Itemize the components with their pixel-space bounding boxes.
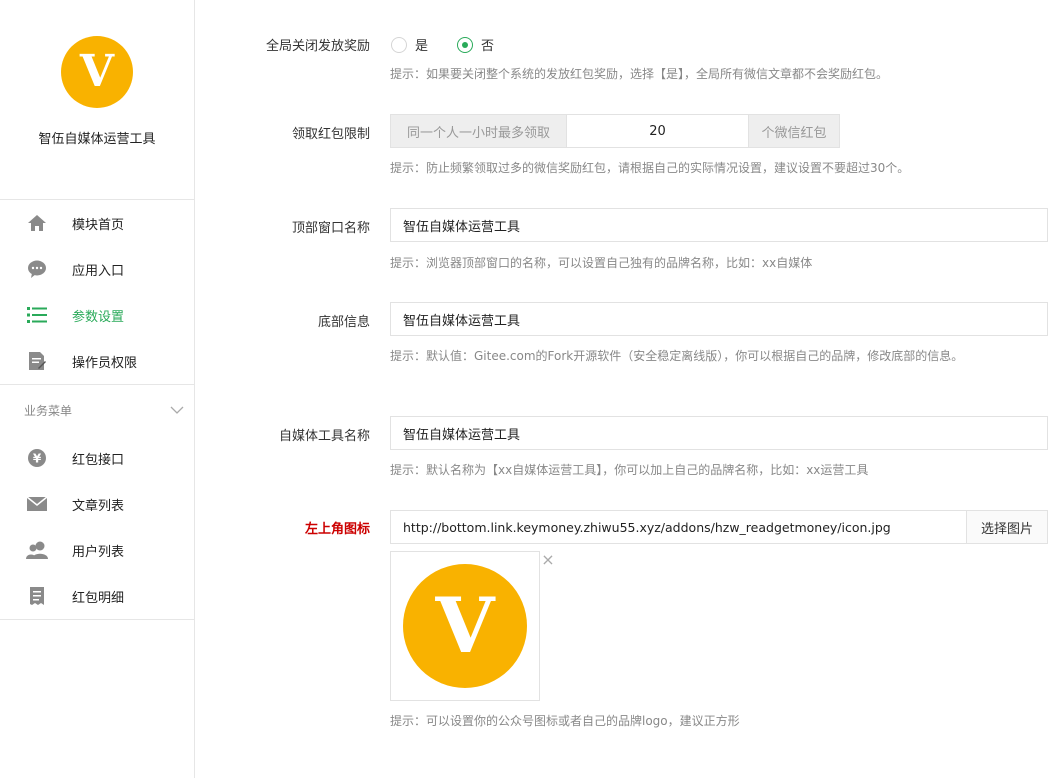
footer-hint: 提示：默认值：Gitee.com的Fork开源软件（安全稳定离线版），你可以根据… bbox=[390, 349, 964, 363]
logo-hint: 提示：可以设置你的公众号图标或者自己的品牌logo，建议正方形 bbox=[390, 714, 740, 728]
tool-name-label: 自媒体工具名称 bbox=[278, 429, 370, 444]
limit-hint: 提示：防止频繁领取过多的微信奖励红包，请根据自己的实际情况设置，建议设置不要超过… bbox=[390, 161, 910, 175]
brand-logo: V bbox=[61, 36, 133, 108]
edit-document-icon bbox=[26, 350, 48, 372]
section-title: 业务菜单 bbox=[24, 403, 73, 418]
brand-logo-letter: V bbox=[79, 46, 115, 97]
close-icon[interactable]: × bbox=[541, 552, 555, 568]
settings-form: 全局关闭发放奖励 是 否 提示：如果要关闭整个系统的发放红包奖励，选择【是】，全… bbox=[195, 0, 1061, 778]
sidebar-item-redpacket-api[interactable]: ¥ 红包接口 bbox=[0, 435, 194, 481]
receipt-icon bbox=[26, 585, 48, 607]
tool-name-hint: 提示：默认名称为【xx自媒体运营工具】，你可以加上自己的品牌名称，比如：xx运营… bbox=[390, 463, 869, 477]
users-icon bbox=[26, 539, 48, 561]
radio-circle-selected bbox=[457, 36, 473, 53]
logo-preview: V bbox=[390, 551, 540, 701]
sidebar-item-label: 用户列表 bbox=[72, 544, 125, 560]
brand-name: 智伍自媒体运营工具 bbox=[38, 132, 156, 147]
list-icon bbox=[26, 304, 48, 326]
sidebar-item-label: 模块首页 bbox=[72, 217, 125, 233]
tool-name-input[interactable]: 智伍自媒体运营工具 bbox=[390, 416, 1048, 450]
brand: V 智伍自媒体运营工具 bbox=[0, 36, 194, 200]
sidebar-item-settings[interactable]: 参数设置 bbox=[0, 292, 194, 338]
radio-label: 否 bbox=[481, 39, 495, 54]
logo-label: 左上角图标 bbox=[304, 522, 370, 537]
business-nav: ¥ 红包接口 文章列表 用户列表 红包明细 bbox=[0, 435, 194, 620]
window-title-hint: 提示：浏览器顶部窗口的名称，可以设置自己独有的品牌名称，比如：xx自媒体 bbox=[390, 256, 813, 270]
window-title-label: 顶部窗口名称 bbox=[291, 221, 370, 236]
logo-preview-letter: V bbox=[435, 581, 495, 670]
global-close-label: 全局关闭发放奖励 bbox=[265, 39, 370, 54]
main-nav: 模块首页 应用入口 参数设置 操作员权限 bbox=[0, 200, 194, 385]
sidebar-item-users[interactable]: 用户列表 bbox=[0, 527, 194, 573]
sidebar-item-label: 文章列表 bbox=[72, 498, 125, 514]
footer-input[interactable]: 智伍自媒体运营工具 bbox=[390, 302, 1048, 336]
business-menu-header[interactable]: 业务菜单 bbox=[0, 385, 194, 435]
sidebar-item-app-entry[interactable]: 应用入口 bbox=[0, 246, 194, 292]
radio-label: 是 bbox=[415, 39, 429, 54]
sidebar-item-operator-permissions[interactable]: 操作员权限 bbox=[0, 338, 194, 384]
limit-input[interactable]: 20 bbox=[566, 114, 749, 148]
sidebar-item-articles[interactable]: 文章列表 bbox=[0, 481, 194, 527]
choose-image-button[interactable]: 选择图片 bbox=[966, 510, 1048, 544]
sidebar-item-label: 操作员权限 bbox=[72, 355, 138, 371]
sidebar-item-label: 红包接口 bbox=[72, 452, 125, 468]
sidebar: V 智伍自媒体运营工具 模块首页 应用入口 参数设置 操作员权限 业务菜单 ¥ … bbox=[0, 0, 195, 778]
footer-label: 底部信息 bbox=[317, 315, 370, 330]
sidebar-item-redpacket-details[interactable]: 红包明细 bbox=[0, 573, 194, 619]
limit-suffix: 个微信红包 bbox=[748, 114, 840, 148]
sidebar-item-label: 应用入口 bbox=[72, 263, 125, 279]
chevron-down-icon bbox=[170, 403, 184, 417]
svg-text:¥: ¥ bbox=[33, 452, 42, 466]
limit-label: 领取红包限制 bbox=[291, 127, 370, 142]
global-close-yes-radio[interactable]: 是 bbox=[391, 35, 428, 54]
logo-preview-image: V bbox=[403, 564, 527, 688]
logo-url-input[interactable]: http://bottom.link.keymoney.zhiwu55.xyz/… bbox=[390, 510, 967, 544]
global-close-no-radio[interactable]: 否 bbox=[457, 35, 494, 54]
yen-coin-icon: ¥ bbox=[26, 447, 48, 469]
chat-bubble-icon bbox=[26, 258, 48, 280]
limit-prefix: 同一个人一小时最多领取 bbox=[390, 114, 567, 148]
window-title-input[interactable]: 智伍自媒体运营工具 bbox=[390, 208, 1048, 242]
radio-circle bbox=[391, 36, 407, 53]
sidebar-item-label: 参数设置 bbox=[72, 309, 125, 325]
global-close-hint: 提示：如果要关闭整个系统的发放红包奖励，选择【是】，全局所有微信文章都不会奖励红… bbox=[390, 67, 889, 81]
sidebar-item-label: 红包明细 bbox=[72, 590, 125, 606]
sidebar-item-home[interactable]: 模块首页 bbox=[0, 200, 194, 246]
home-icon bbox=[26, 212, 48, 234]
envelope-icon bbox=[26, 493, 48, 515]
